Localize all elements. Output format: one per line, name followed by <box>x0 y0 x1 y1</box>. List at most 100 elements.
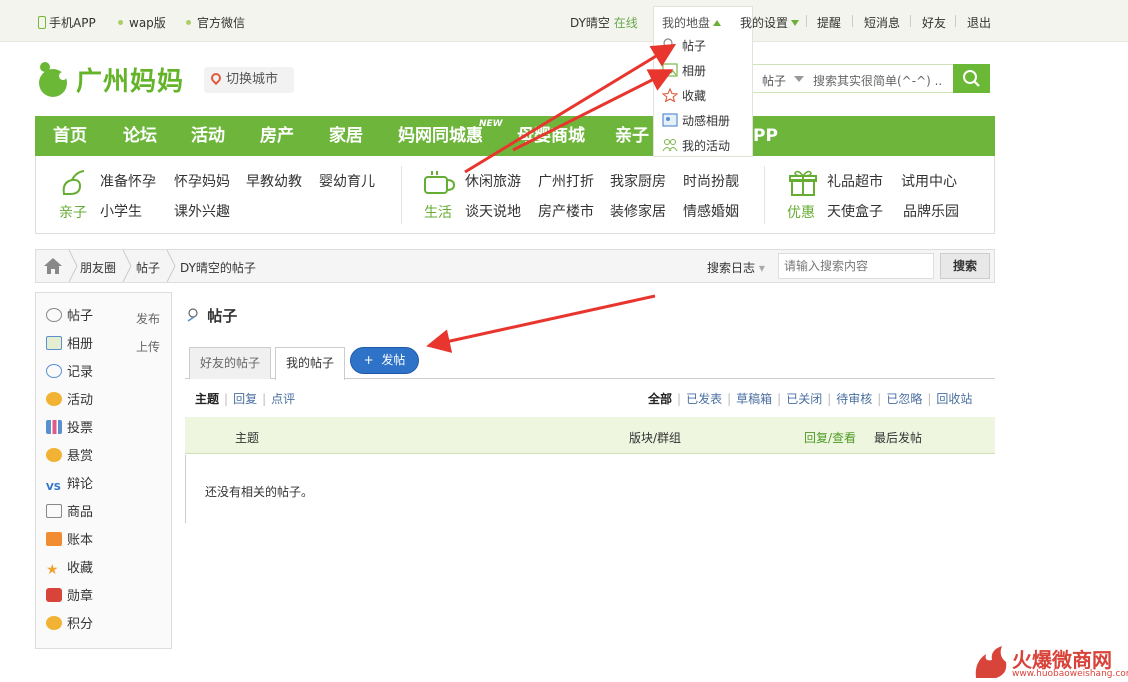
filter-published[interactable]: 已发表 <box>686 392 722 406</box>
logout-link[interactable]: 退出 <box>967 14 991 31</box>
subnav-link[interactable]: 休闲旅游 <box>465 171 521 191</box>
parenting-icon <box>62 170 85 195</box>
filter-drafts[interactable]: 草稿箱 <box>736 392 772 406</box>
filter-ignored[interactable]: 已忽略 <box>886 392 922 406</box>
crumb-friends[interactable]: 朋友圈 <box>80 259 116 276</box>
subnav-link[interactable]: 小学生 <box>100 201 142 221</box>
subnav-link[interactable]: 试用中心 <box>901 171 957 191</box>
my-disk-menu[interactable]: 我的地盘 <box>662 14 722 31</box>
dropdown-item-posts[interactable]: 帖子 <box>662 35 706 57</box>
album-icon <box>46 336 62 350</box>
search-input[interactable]: 搜索其实很简单(^-^) .. <box>813 72 942 89</box>
filter-topics[interactable]: 主题 <box>195 392 219 406</box>
nav-home[interactable]: 首页 <box>53 116 87 156</box>
tab-friends-posts[interactable]: 好友的帖子 <box>189 347 271 379</box>
log-search-select[interactable]: 搜索日志 ▾ <box>707 259 765 276</box>
sidebar-item-ledger[interactable]: 账本 <box>46 531 93 551</box>
sidebar-item-points[interactable]: 积分 <box>46 615 93 635</box>
subnav-link[interactable]: 广州打折 <box>538 171 594 191</box>
search-type-select[interactable]: 帖子 <box>762 72 786 89</box>
breadcrumb: 朋友圈 帖子 DY晴空的帖子 搜索日志 ▾ 请输入搜索内容 搜索 <box>35 249 995 283</box>
tab-my-posts[interactable]: 我的帖子 <box>275 347 345 380</box>
status-filter: 全部 | 已发表 | 草稿箱 | 已关闭 | 待审核 | 已忽略 | 回收站 <box>648 392 973 406</box>
search-type-caret-icon <box>794 76 804 82</box>
sidebar-item-activities[interactable]: 活动 <box>46 391 93 411</box>
subnav-link[interactable]: 礼品超市 <box>827 171 883 191</box>
posts-icon <box>187 308 198 322</box>
subnav-link[interactable]: 准备怀孕 <box>100 171 156 191</box>
filter-closed[interactable]: 已关闭 <box>786 392 822 406</box>
subnav-link[interactable]: 婴幼育儿 <box>319 171 375 191</box>
bar-chart-icon <box>46 420 62 434</box>
nav-realestate[interactable]: 房产 <box>260 116 294 156</box>
nav-home-decor[interactable]: 家居 <box>329 116 363 156</box>
filter-recycle-bin[interactable]: 回收站 <box>936 392 972 406</box>
site-search: 帖子 搜索其实很简单(^-^) .. <box>752 64 990 93</box>
nav-forum[interactable]: 论坛 <box>123 116 157 156</box>
nav-app[interactable]: PP <box>753 116 778 156</box>
sidebar-item-records[interactable]: 记录 <box>46 363 93 383</box>
nav-baby-mall[interactable]: 母婴商城 <box>517 116 585 156</box>
mobile-app-link[interactable]: 手机APP <box>38 14 96 31</box>
posts-table-header: 主题 版块/群组 回复/查看 最后发帖 <box>185 417 995 454</box>
subnav-link[interactable]: 早教幼教 <box>246 171 302 191</box>
column-topic: 主题 <box>235 431 260 445</box>
sidebar-item-goods[interactable]: 商品 <box>46 503 93 523</box>
sidebar-item-favorites[interactable]: ★ 收藏 <box>46 559 93 579</box>
column-replies-views[interactable]: 回复/查看 <box>804 429 856 446</box>
new-post-button[interactable]: + 发帖 <box>350 347 419 374</box>
search-button[interactable] <box>953 64 990 93</box>
messages-link[interactable]: 短消息 <box>864 14 900 31</box>
crumb-current: DY晴空的帖子 <box>180 261 256 275</box>
dropdown-item-my-activities[interactable]: 我的活动 <box>662 135 730 157</box>
album-icon <box>662 63 678 77</box>
subnav-link[interactable]: 房产楼市 <box>538 201 594 221</box>
upload-link[interactable]: 上传 <box>136 338 160 355</box>
subnav-link[interactable]: 谈天说地 <box>465 201 521 221</box>
publish-link[interactable]: 发布 <box>136 310 160 327</box>
nav-activities[interactable]: 活动 <box>191 116 225 156</box>
nav-parenting[interactable]: 亲子 <box>615 116 649 156</box>
subnav-link[interactable]: 时尚扮靓 <box>683 171 739 191</box>
filter-comments[interactable]: 点评 <box>271 392 295 406</box>
category-parenting[interactable]: 亲子 <box>59 202 87 222</box>
filter-replies[interactable]: 回复 <box>233 392 257 406</box>
wechat-link[interactable]: 官方微信 <box>186 14 245 31</box>
my-settings-menu[interactable]: 我的设置 <box>740 14 800 31</box>
log-search-input[interactable]: 请输入搜索内容 <box>778 253 934 279</box>
caret-up-icon <box>713 20 722 26</box>
subnav-link[interactable]: 课外兴趣 <box>174 201 230 221</box>
friends-link[interactable]: 好友 <box>922 14 946 31</box>
category-life[interactable]: 生活 <box>424 202 452 222</box>
switch-city-button[interactable]: 切换城市 <box>204 67 294 93</box>
sidebar-item-debate[interactable]: VS 辩论 <box>46 475 93 495</box>
sidebar-item-polls[interactable]: 投票 <box>46 419 93 439</box>
posts-icon <box>46 308 62 322</box>
crumb-posts[interactable]: 帖子 <box>136 259 160 276</box>
sidebar-item-posts[interactable]: 帖子 <box>46 307 93 327</box>
subnav-link[interactable]: 情感婚姻 <box>683 201 739 221</box>
log-search-button[interactable]: 搜索 <box>940 253 990 279</box>
subnav-link[interactable]: 品牌乐园 <box>903 201 959 221</box>
home-button[interactable] <box>36 250 70 282</box>
subnav-link[interactable]: 天使盒子 <box>827 201 883 221</box>
dropdown-item-favorites[interactable]: 收藏 <box>662 85 706 107</box>
dropdown-item-album[interactable]: 相册 <box>662 60 706 82</box>
subnav-link[interactable]: 怀孕妈妈 <box>174 171 230 191</box>
nav-city-deals[interactable]: 妈网同城惠 <box>398 116 483 156</box>
wap-link[interactable]: wap版 <box>118 14 166 31</box>
filter-pending[interactable]: 待审核 <box>836 392 872 406</box>
sidebar-item-medals[interactable]: 勋章 <box>46 587 93 607</box>
remind-link[interactable]: 提醒 <box>817 14 841 31</box>
speech-bubble-icon <box>46 364 62 378</box>
category-deals[interactable]: 优惠 <box>787 202 815 222</box>
filter-all[interactable]: 全部 <box>648 392 672 406</box>
coins-icon <box>46 616 62 630</box>
subnav-link[interactable]: 我家厨房 <box>610 171 666 191</box>
username-link[interactable]: DY晴空 在线 <box>570 14 638 31</box>
divider <box>401 166 402 224</box>
sidebar-item-album[interactable]: 相册 <box>46 335 93 355</box>
subnav-link[interactable]: 装修家居 <box>610 201 666 221</box>
sidebar-item-bounty[interactable]: 悬赏 <box>46 447 93 467</box>
dropdown-item-dynamic-album[interactable]: 动感相册 <box>662 110 730 132</box>
